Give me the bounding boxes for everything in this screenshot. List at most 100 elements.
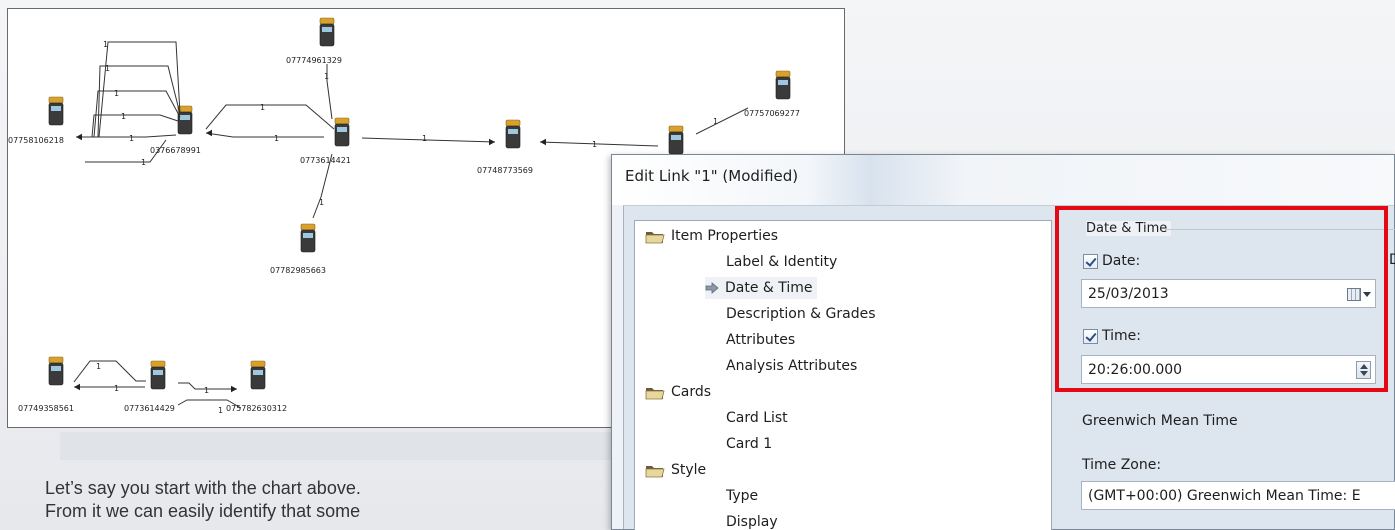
mobile-phone-icon [48, 96, 64, 104]
link-line [539, 141, 659, 147]
side-label: D [1389, 252, 1395, 268]
tree-item[interactable]: Card List [726, 407, 788, 429]
tree-label: Description & Grades [726, 306, 876, 322]
tree-label: Display [726, 514, 778, 530]
time-spinner[interactable] [1356, 361, 1371, 379]
node-label: 07774961329 [286, 56, 342, 65]
date-checkbox[interactable] [1083, 253, 1098, 269]
link-label: 1 [274, 134, 279, 143]
article-text: Let’s say you start with the chart above… [45, 477, 605, 523]
tree-item[interactable]: Label & Identity [726, 251, 837, 273]
date-checkbox-row[interactable]: Date: [1083, 250, 1140, 272]
link-label: 1 [592, 140, 597, 149]
tree-item[interactable]: Date & Time [705, 277, 817, 299]
tree-label: Analysis Attributes [726, 358, 858, 374]
mobile-phone-icon [300, 223, 316, 231]
timezone-name: Greenwich Mean Time [1082, 413, 1238, 429]
edit-link-dialog: Edit Link "1" (Modified) Item Properties… [611, 154, 1395, 530]
link-label: 1 [218, 406, 223, 415]
node-label: 07782985663 [270, 266, 326, 275]
node-label: 07758106218 [8, 136, 64, 145]
link-arrow-icon [76, 133, 82, 141]
tree-item[interactable]: Description & Grades [726, 303, 876, 325]
mobile-phone-icon [319, 17, 335, 25]
link-label: 1 [129, 134, 134, 143]
tree-label: Type [726, 488, 759, 504]
tree-label: Attributes [726, 332, 796, 348]
tree-label: Item Properties [671, 228, 779, 244]
link-label: 1 [713, 117, 718, 126]
timezone-select[interactable]: (GMT+00:00) Greenwich Mean Time: E [1081, 481, 1395, 510]
timezone-value: (GMT+00:00) Greenwich Mean Time: E [1088, 487, 1361, 504]
date-picker-button[interactable] [1347, 285, 1371, 303]
node-label: 07757069277 [744, 109, 800, 118]
link-label: 1 [324, 72, 329, 81]
link-label: 1 [105, 64, 110, 73]
link-arrow-icon [206, 129, 212, 137]
link-label: 1 [204, 386, 209, 395]
tree-label: Date & Time [725, 280, 813, 296]
link-line [205, 104, 335, 130]
link-label: 1 [141, 158, 146, 167]
folder-icon [645, 463, 665, 478]
tree-label: Card 1 [726, 436, 773, 452]
article-line-2: From it we can easily identify that some [45, 501, 361, 521]
mobile-phone-screen [51, 366, 61, 371]
dialog-titlebar[interactable]: Edit Link "1" (Modified) [612, 155, 1394, 205]
tree-label: Label & Identity [726, 254, 838, 270]
date-checkbox-label: Date: [1102, 253, 1141, 269]
tree-folder[interactable]: Cards [645, 381, 711, 403]
spinner-icon[interactable] [1356, 361, 1371, 379]
link-arrow-icon [489, 138, 495, 146]
link-line [76, 90, 181, 138]
tree-item[interactable]: Type [726, 485, 758, 507]
tree-item[interactable]: Display [726, 511, 778, 530]
link-label: 1 [103, 40, 108, 49]
dialog-title: Edit Link "1" (Modified) [625, 167, 799, 185]
time-value: 20:26:00.000 [1088, 361, 1183, 378]
node-label: 0773614421 [300, 156, 351, 165]
tree-label: Cards [671, 384, 712, 400]
folder-icon [645, 229, 665, 244]
link-label: 1 [319, 198, 324, 207]
time-field[interactable]: 20:26:00.000 [1081, 355, 1376, 384]
mobile-phone-screen [153, 370, 163, 375]
link-label: 1 [96, 362, 101, 371]
date-time-group-title: Date & Time [1086, 221, 1172, 236]
arrow-right-icon [705, 282, 719, 294]
timezone-label: Time Zone: [1082, 457, 1162, 473]
tree-label: Style [671, 462, 707, 478]
mobile-phone-icon [334, 117, 350, 125]
mobile-phone-icon [250, 360, 266, 368]
time-checkbox-label: Time: [1102, 328, 1141, 344]
link-line [73, 360, 146, 383]
property-tree: Item Properties Label & Identity Date & Ti… [634, 220, 1052, 530]
mobile-phone-icon [775, 70, 791, 78]
mobile-phone-screen [337, 127, 347, 132]
node-label: 0773614429 [124, 404, 175, 413]
tree-item[interactable]: Attributes [726, 329, 795, 351]
background-decoration [1010, 0, 1395, 150]
tree-folder[interactable]: Item Properties [645, 225, 778, 247]
time-checkbox[interactable] [1083, 328, 1098, 344]
group-divider [1165, 229, 1395, 230]
link-label: 1 [260, 103, 265, 112]
mobile-phone-icon [505, 119, 521, 127]
link-line [76, 134, 177, 138]
mobile-phone-icon [150, 360, 166, 368]
folder-icon [645, 385, 665, 400]
article-line-1: Let’s say you start with the chart above… [45, 478, 361, 498]
mobile-phone-screen [51, 106, 61, 111]
mobile-phone-icon [48, 356, 64, 364]
calendar-icon [1347, 287, 1361, 301]
link-arrow-icon [540, 138, 546, 146]
node-label: 075782630312 [226, 404, 287, 413]
tree-item[interactable]: Analysis Attributes [726, 355, 857, 377]
tree-item[interactable]: Card 1 [726, 433, 772, 455]
node-label: 0376678991 [150, 146, 201, 155]
mobile-phone-screen [778, 80, 788, 85]
tree-folder[interactable]: Style [645, 459, 706, 481]
date-field[interactable]: 25/03/2013 [1081, 279, 1376, 308]
link-arrow-icon [231, 385, 237, 393]
time-checkbox-row[interactable]: Time: [1083, 325, 1141, 347]
